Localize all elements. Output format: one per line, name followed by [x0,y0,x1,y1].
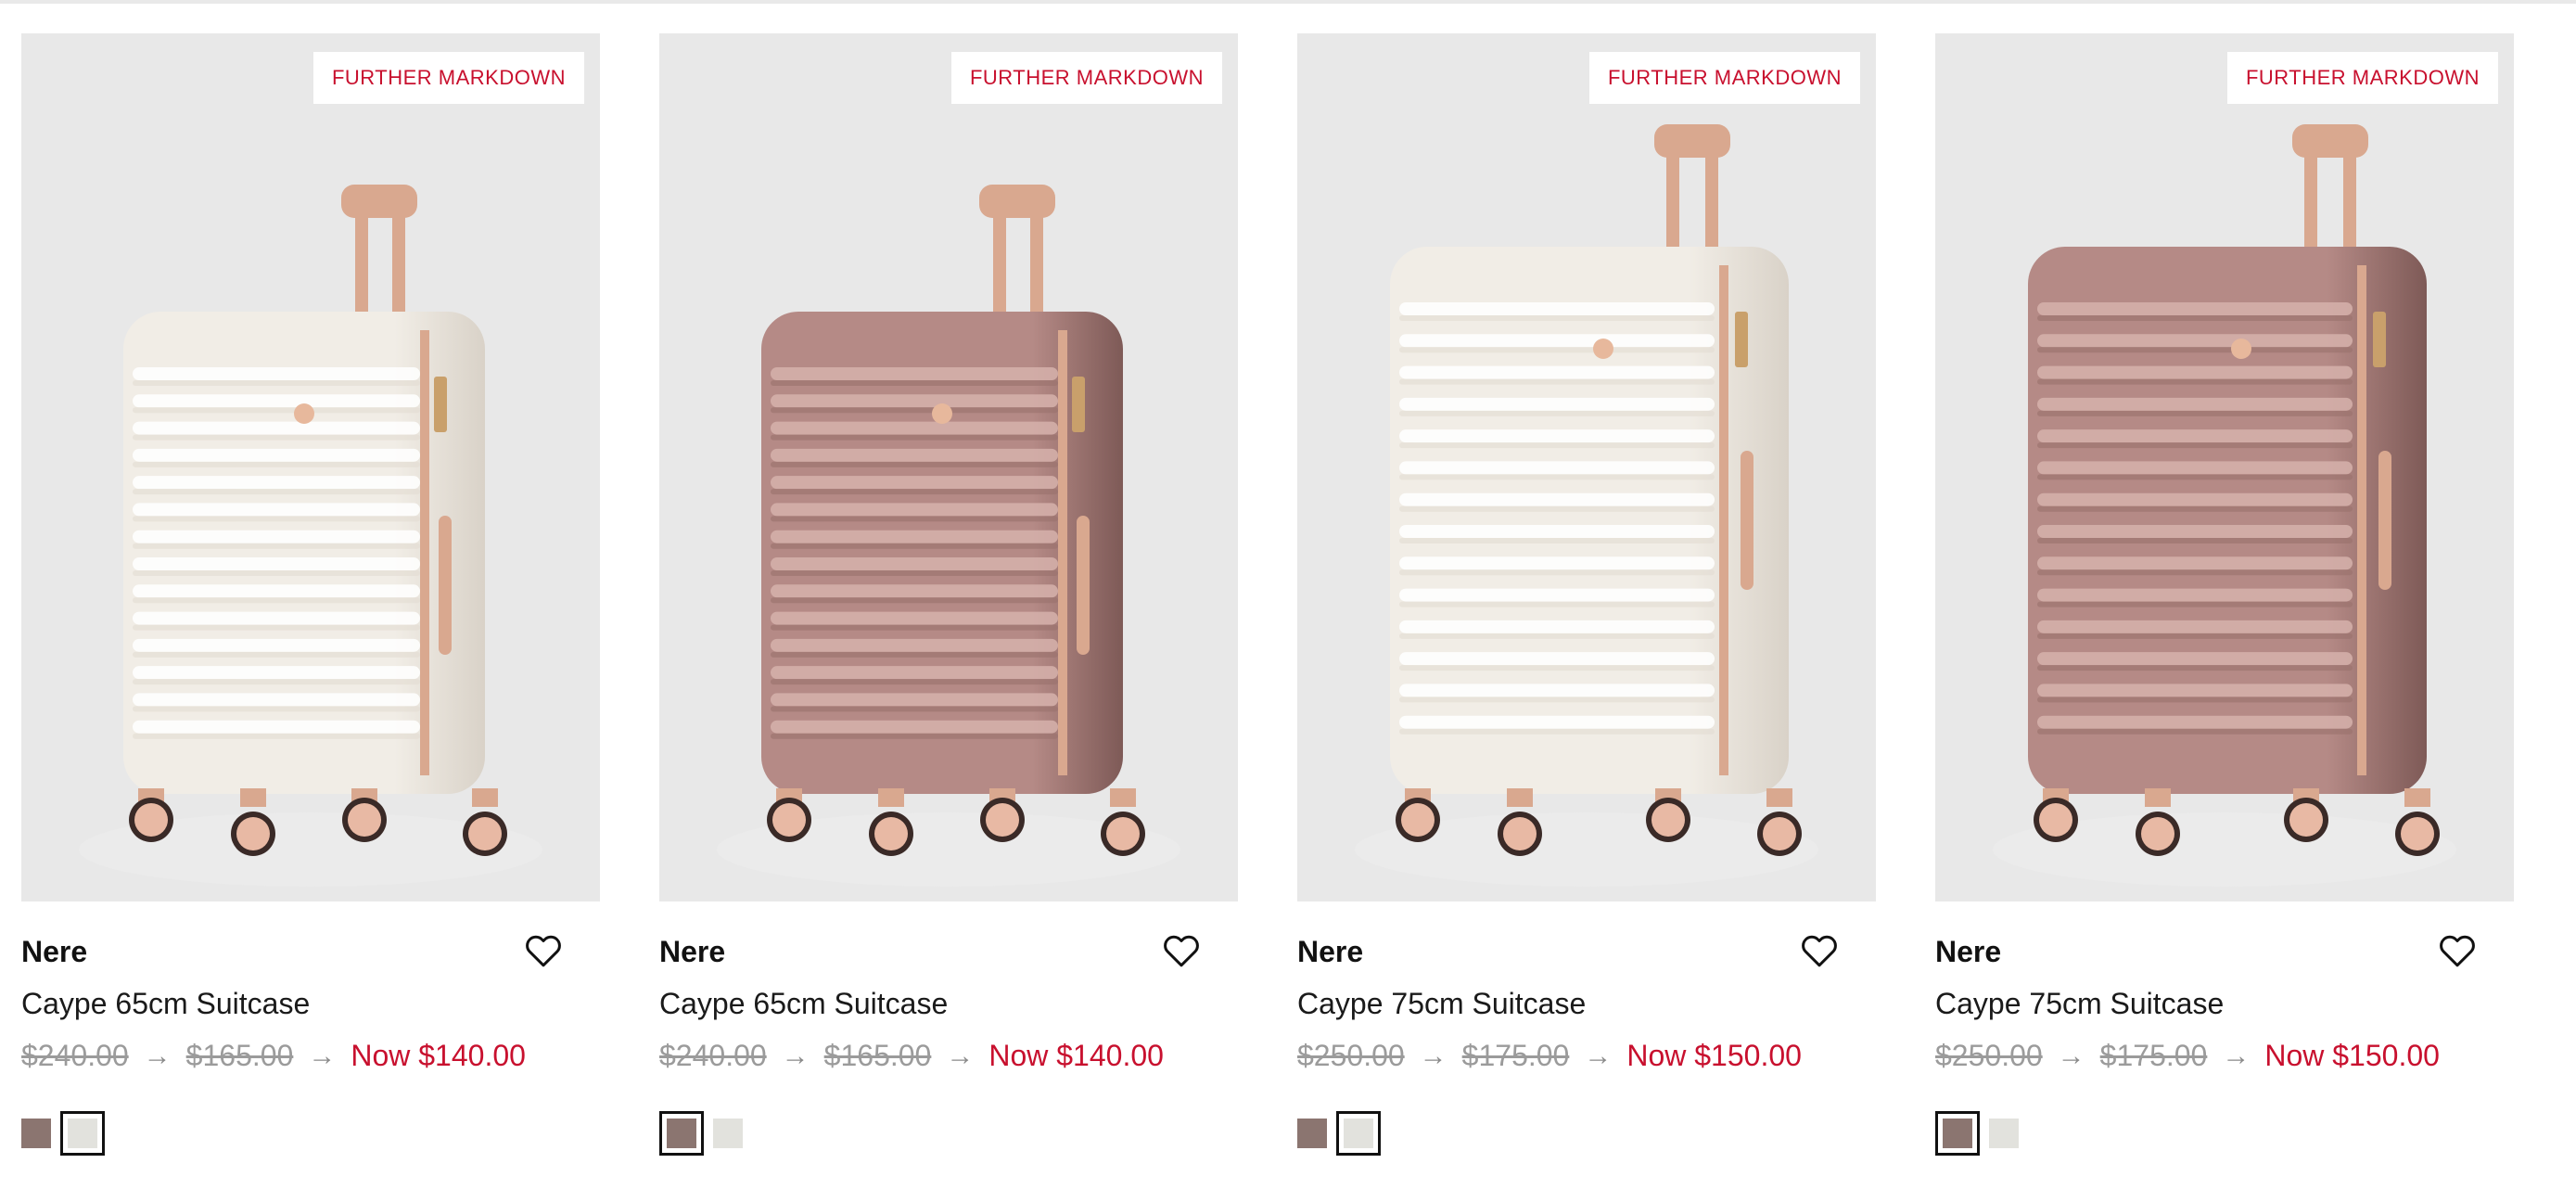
arrow-right-icon: → [1419,1040,1447,1071]
reduced-price: $175.00 [2099,1039,2208,1072]
current-price: Now $150.00 [1626,1039,1802,1072]
markdown-badge: FURTHER MARKDOWN [2226,52,2498,104]
swatch-fill [1297,1119,1327,1148]
product-image[interactable]: FURTHER MARKDOWN [21,33,600,901]
product-info: Nere Caype 75cm Suitcase $250.00 → $175.00 → N… [1935,901,2514,1161]
product-brand[interactable]: Nere [1297,935,1363,969]
product-name[interactable]: Caype 65cm Suitcase [21,987,310,1021]
swatch-fill [1943,1119,1972,1148]
color-swatch-cream[interactable] [60,1111,105,1156]
color-swatch-rose[interactable] [1935,1111,1980,1156]
arrow-right-icon: → [308,1040,337,1071]
product-brand[interactable]: Nere [659,935,725,969]
original-price: $250.00 [1935,1039,2043,1072]
arrow-right-icon: → [143,1040,172,1071]
swatch-fill [667,1119,696,1148]
color-swatch-cream[interactable] [713,1119,743,1148]
swatch-fill [21,1119,51,1148]
product-info: Nere Caype 65cm Suitcase $240.00 → $165.00 → N… [659,901,1238,1161]
product-card[interactable]: FURTHER MARKDOWN Nere Caype 65cm Suitcase $… [659,33,1238,1161]
arrow-right-icon: → [946,1040,975,1071]
color-swatches [659,1111,743,1156]
original-price: $250.00 [1297,1039,1405,1072]
product-card[interactable]: FURTHER MARKDOWN Nere Caype 75cm Suitcase $… [1935,33,2514,1161]
color-swatch-cream[interactable] [1989,1119,2019,1148]
wishlist-heart-icon[interactable] [1801,933,1838,968]
arrow-right-icon: → [2057,1040,2085,1071]
arrow-right-icon: → [1584,1040,1613,1071]
product-name[interactable]: Caype 75cm Suitcase [1297,987,1586,1021]
color-swatches [21,1111,105,1156]
product-name[interactable]: Caype 75cm Suitcase [1935,987,2224,1021]
markdown-badge: FURTHER MARKDOWN [1588,52,1860,104]
color-swatch-cream[interactable] [1336,1111,1381,1156]
product-listing-page: FURTHER MARKDOWN Nere Caype 65cm Suitcase $… [0,0,2576,1189]
product-brand[interactable]: Nere [1935,935,2001,969]
product-card[interactable]: FURTHER MARKDOWN Nere Caype 75cm Suitcase $… [1297,33,1876,1161]
markdown-badge: FURTHER MARKDOWN [312,52,584,104]
wishlist-heart-icon[interactable] [525,933,562,968]
reduced-price: $165.00 [185,1039,294,1072]
price-row: $250.00 → $175.00 → Now $150.00 [1935,1039,2440,1073]
current-price: Now $140.00 [988,1039,1164,1072]
color-swatches [1297,1111,1381,1156]
swatch-fill [713,1119,743,1148]
header-divider [0,0,2576,4]
reduced-price: $165.00 [823,1039,932,1072]
swatch-fill [1989,1119,2019,1148]
price-row: $240.00 → $165.00 → Now $140.00 [659,1039,1164,1073]
product-image[interactable]: FURTHER MARKDOWN [1935,33,2514,901]
product-brand[interactable]: Nere [21,935,87,969]
color-swatch-rose[interactable] [21,1119,51,1148]
product-info: Nere Caype 75cm Suitcase $250.00 → $175.00 → N… [1297,901,1876,1161]
product-info: Nere Caype 65cm Suitcase $240.00 → $165.00 → N… [21,901,600,1161]
color-swatches [1935,1111,2019,1156]
markdown-badge: FURTHER MARKDOWN [950,52,1222,104]
wishlist-heart-icon[interactable] [1163,933,1200,968]
product-card[interactable]: FURTHER MARKDOWN Nere Caype 65cm Suitcase $… [21,33,600,1161]
swatch-fill [1344,1119,1373,1148]
current-price: Now $140.00 [351,1039,526,1072]
wishlist-heart-icon[interactable] [2439,933,2476,968]
original-price: $240.00 [659,1039,767,1072]
arrow-right-icon: → [781,1040,810,1071]
product-name[interactable]: Caype 65cm Suitcase [659,987,948,1021]
product-image[interactable]: FURTHER MARKDOWN [659,33,1238,901]
arrow-right-icon: → [2222,1040,2251,1071]
product-grid: FURTHER MARKDOWN Nere Caype 65cm Suitcase $… [21,33,2514,1161]
original-price: $240.00 [21,1039,129,1072]
price-row: $240.00 → $165.00 → Now $140.00 [21,1039,526,1073]
swatch-fill [68,1119,97,1148]
color-swatch-rose[interactable] [1297,1119,1327,1148]
product-image[interactable]: FURTHER MARKDOWN [1297,33,1876,901]
reduced-price: $175.00 [1461,1039,1570,1072]
current-price: Now $150.00 [2264,1039,2440,1072]
price-row: $250.00 → $175.00 → Now $150.00 [1297,1039,1802,1073]
color-swatch-rose[interactable] [659,1111,704,1156]
